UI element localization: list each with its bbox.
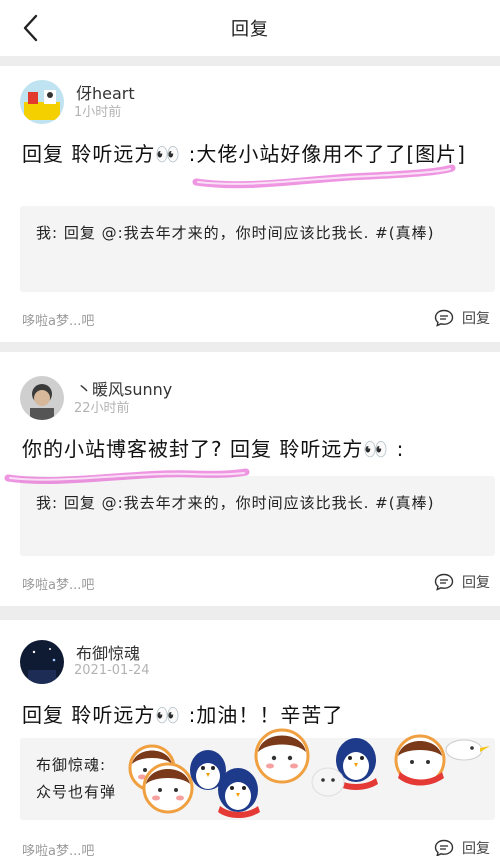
quoted-reply[interactable]: 我: 回复 @:我去年才来的，你时间应该比我长. #(真棒) <box>20 206 495 292</box>
footer-username[interactable]: 哆啦a梦...吧 <box>22 310 94 329</box>
comment-text: 回复 聆听远方👀 :大佬小站好像用不了了[图片] <box>22 142 466 166</box>
quoted-reply[interactable]: 布御惊魂: 众号也有弹 <box>20 738 495 820</box>
comment-time: 2021-01-24 <box>74 663 150 678</box>
avatar[interactable] <box>20 640 64 684</box>
avatar[interactable] <box>20 376 64 420</box>
comment-card: 丶暖风sunny 22小时前 你的小站博客被封了? 回复 聆听远方👀 : 我: … <box>0 352 500 606</box>
comment-bubble-icon <box>434 573 454 591</box>
reply-button[interactable]: 回复 <box>434 308 490 328</box>
comment-text: 回复 聆听远方👀 :加油！！辛苦了 <box>22 703 344 727</box>
avatar[interactable] <box>20 80 64 124</box>
comment-bubble-icon <box>434 839 454 856</box>
comment-username[interactable]: 布御惊魂 <box>76 640 140 664</box>
reply-label: 回复 <box>462 841 490 856</box>
comment-time: 1小时前 <box>74 105 122 120</box>
comment-text: 你的小站博客被封了? 回复 聆听远方👀 : <box>22 437 405 461</box>
comment-card: 布御惊魂 2021-01-24 回复 聆听远方👀 :加油！！辛苦了 布御惊魂: … <box>0 620 500 856</box>
quoted-reply[interactable]: 我: 回复 @:我去年才来的，你时间应该比我长. #(真棒) <box>20 476 495 556</box>
comment-time: 22小时前 <box>74 401 130 416</box>
footer-username[interactable]: 哆啦a梦...吧 <box>22 840 94 856</box>
quote-line: 布御惊魂: <box>36 756 107 774</box>
comment-bubble-icon <box>434 309 454 327</box>
reply-button[interactable]: 回复 <box>434 572 490 592</box>
reply-button[interactable]: 回复 <box>434 838 490 856</box>
footer-username[interactable]: 哆啦a梦...吧 <box>22 574 94 593</box>
quote-line: 众号也有弹 <box>36 783 117 801</box>
comment-card: 伢heart 1小时前 回复 聆听远方👀 :大佬小站好像用不了了[图片] 我: … <box>0 66 500 342</box>
top-bar: 回复 <box>0 0 500 56</box>
back-chevron-icon[interactable] <box>14 12 50 44</box>
page-title: 回复 <box>231 19 269 40</box>
reply-label: 回复 <box>462 575 490 591</box>
reply-label: 回复 <box>462 311 490 327</box>
